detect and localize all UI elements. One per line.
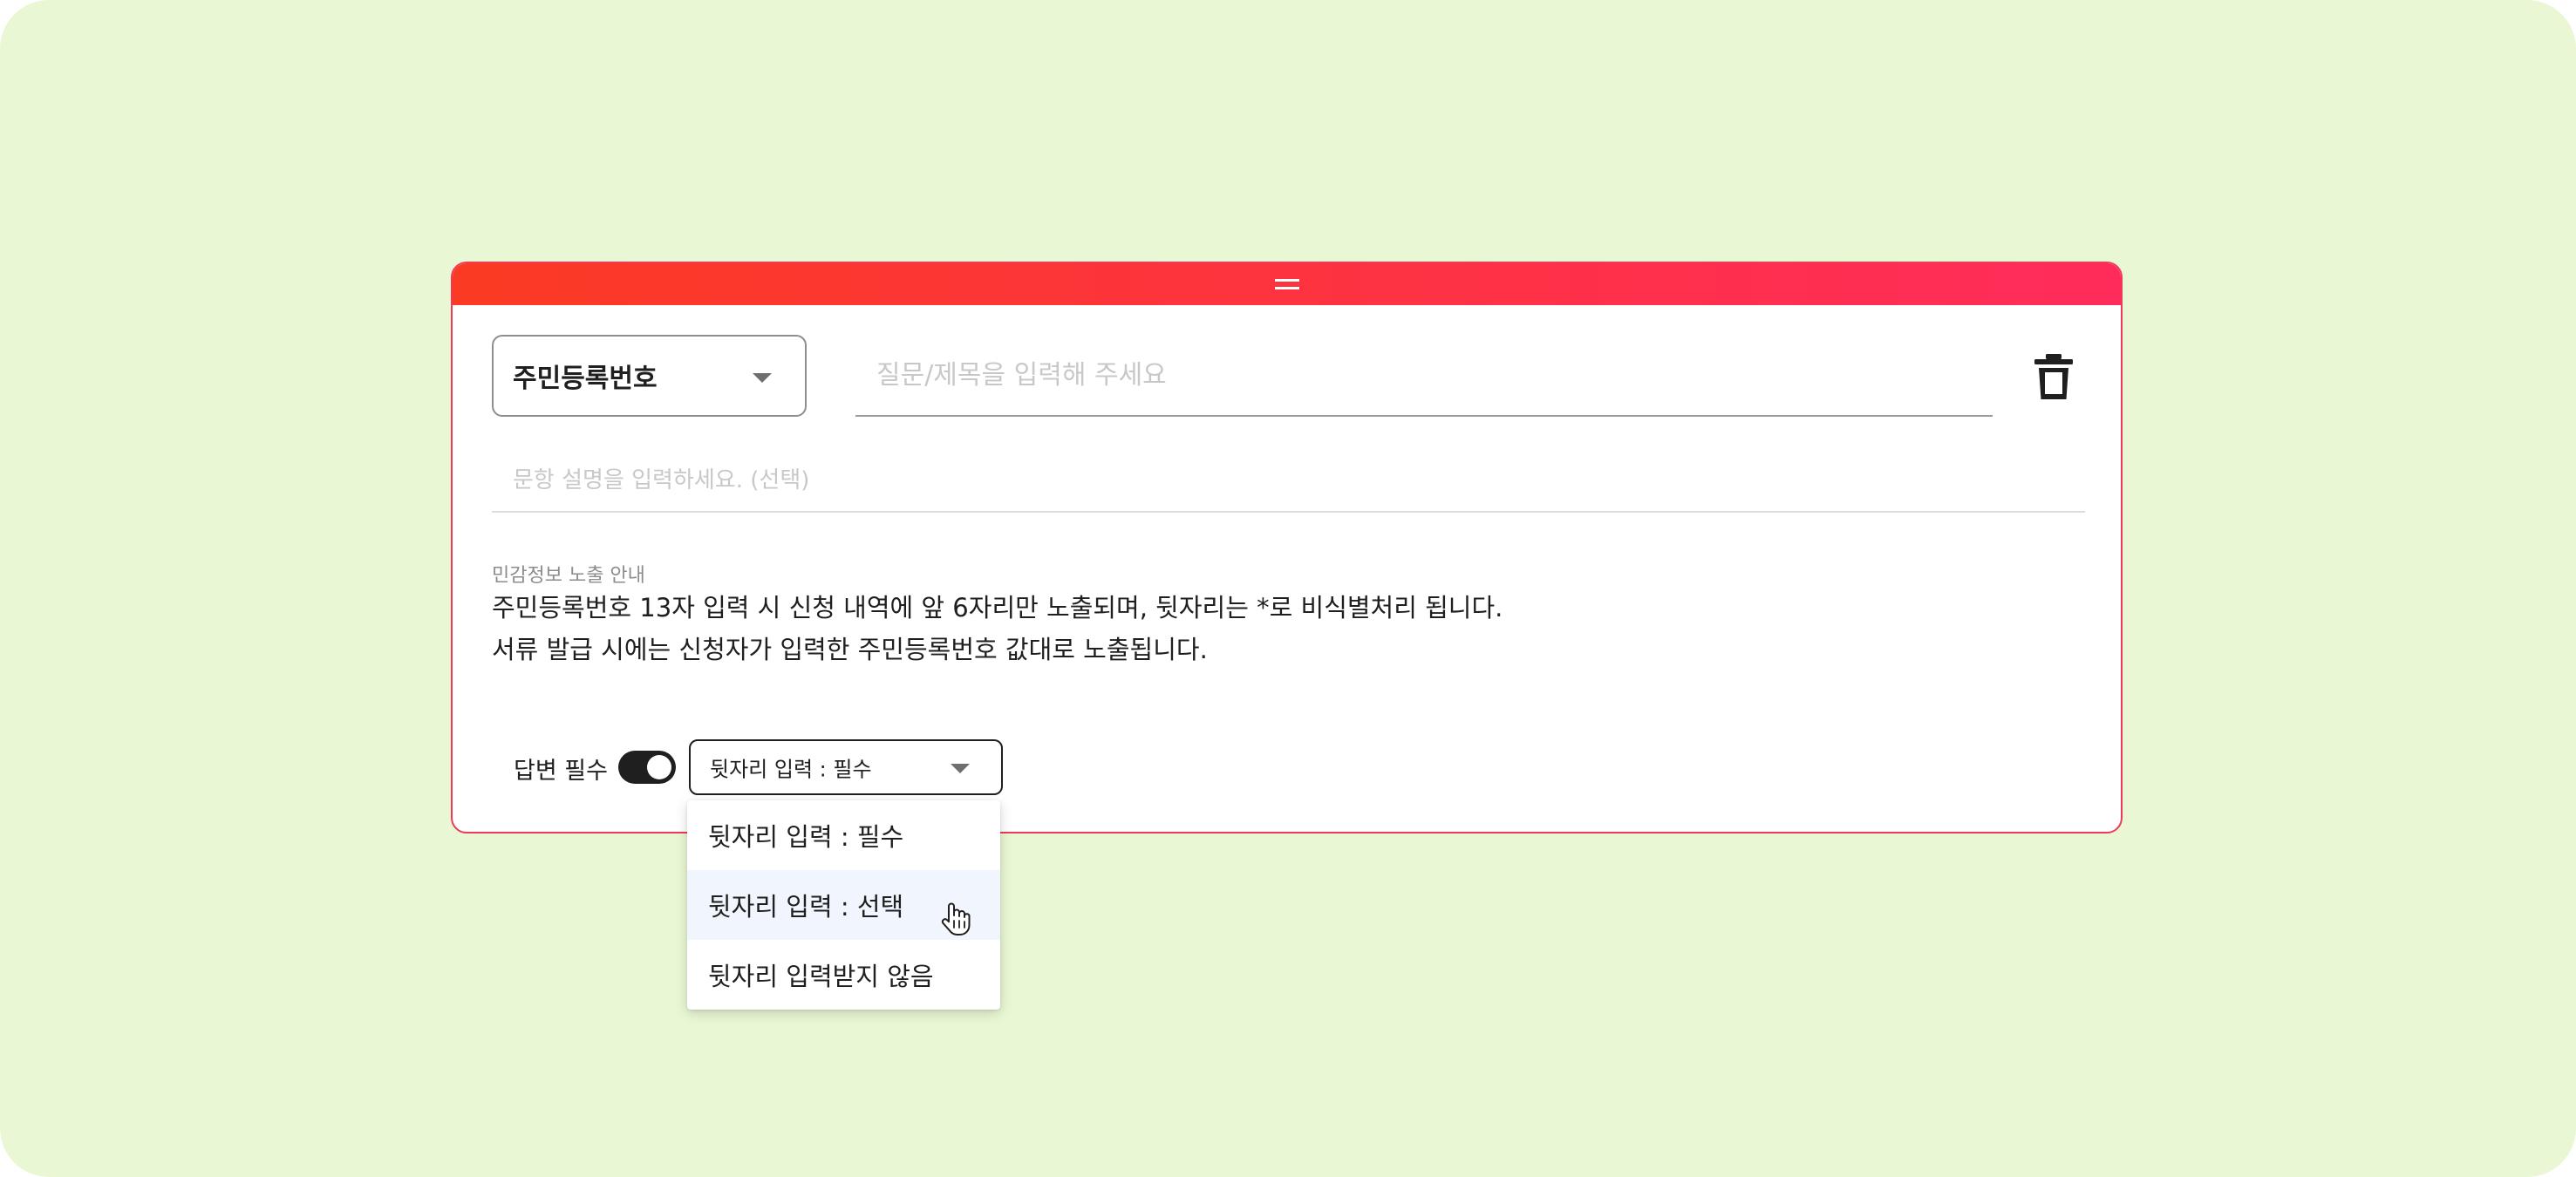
- question-type-label: 주민등록번호: [513, 364, 658, 394]
- menu-item-rear-not-collected[interactable]: 뒷자리 입력받지 않음: [687, 940, 1000, 1010]
- app-canvas: 주민등록번호 민감정보 노출 안내 주민등록번호 13자 입력 시 신청 내역에…: [0, 0, 2576, 1177]
- rear-digits-menu: 뒷자리 입력 : 필수 뒷자리 입력 : 선택 뒷자리 입력받지 않음: [687, 800, 1000, 1010]
- menu-item-rear-required[interactable]: 뒷자리 입력 : 필수: [687, 800, 1000, 870]
- chevron-down-icon: [753, 373, 772, 383]
- sensitive-info-notice-line: 주민등록번호 13자 입력 시 신청 내역에 앞 6자리만 노출되며, 뒷자리는…: [492, 593, 1503, 623]
- sensitive-info-notice-line: 서류 발급 시에는 신청자가 입력한 주민등록번호 값대로 노출됩니다.: [492, 635, 1208, 664]
- question-title-input[interactable]: [855, 335, 1993, 417]
- trash-icon: [2034, 354, 2073, 399]
- question-card: 주민등록번호 민감정보 노출 안내 주민등록번호 13자 입력 시 신청 내역에…: [451, 262, 2123, 833]
- rear-digits-select[interactable]: 뒷자리 입력 : 필수: [689, 739, 1003, 795]
- question-type-select[interactable]: 주민등록번호: [492, 335, 807, 417]
- card-header[interactable]: [453, 263, 2121, 305]
- delete-question-button[interactable]: [2027, 350, 2080, 403]
- sensitive-info-notice-title: 민감정보 노출 안내: [492, 565, 645, 587]
- rear-digits-select-value: 뒷자리 입력 : 필수: [710, 757, 872, 782]
- required-answer-label: 답변 필수: [514, 758, 608, 785]
- menu-item-rear-optional[interactable]: 뒷자리 입력 : 선택: [687, 870, 1000, 940]
- required-answer-toggle[interactable]: [618, 751, 676, 784]
- toggle-knob: [647, 755, 671, 779]
- question-description-input[interactable]: [492, 450, 2085, 513]
- chevron-down-icon: [951, 764, 970, 773]
- drag-handle-icon[interactable]: [1274, 279, 1299, 289]
